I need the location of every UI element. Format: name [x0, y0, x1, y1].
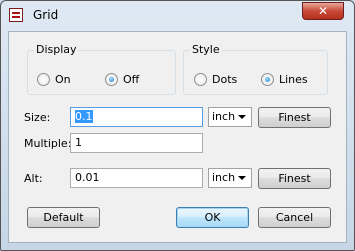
size-unit-value: inch: [212, 110, 236, 123]
multiple-label: Multiple:: [24, 137, 72, 150]
alt-value: 0.01: [75, 171, 100, 184]
ok-button[interactable]: OK: [176, 207, 249, 228]
grid-dialog: Grid ✕ Display On Off Style Dots Lines S…: [0, 0, 355, 251]
alt-unit-value: inch: [212, 171, 236, 184]
style-group: Style Dots Lines: [183, 43, 328, 95]
style-dots-label[interactable]: Dots: [212, 73, 237, 86]
chevron-down-icon: [238, 115, 246, 119]
multiple-input[interactable]: 1: [70, 133, 203, 153]
app-icon: [9, 8, 23, 22]
alt-label: Alt:: [24, 172, 43, 185]
display-on-radio[interactable]: [37, 73, 50, 86]
size-input[interactable]: 0.1: [70, 107, 203, 127]
size-unit-select[interactable]: inch: [208, 107, 252, 127]
alt-input[interactable]: 0.01: [70, 168, 203, 188]
dialog-body: Display On Off Style Dots Lines Size: 0.…: [8, 31, 347, 243]
multiple-value: 1: [75, 136, 82, 149]
style-dots-radio[interactable]: [194, 73, 207, 86]
alt-unit-select[interactable]: inch: [208, 168, 252, 188]
default-button[interactable]: Default: [27, 207, 100, 228]
display-group-label: Display: [34, 43, 79, 56]
close-button[interactable]: ✕: [302, 2, 344, 20]
size-value: 0.1: [75, 110, 93, 123]
chevron-down-icon: [238, 176, 246, 180]
size-label: Size:: [24, 111, 51, 124]
style-lines-radio[interactable]: [261, 73, 274, 86]
window-title: Grid: [33, 8, 59, 22]
display-off-radio[interactable]: [105, 73, 118, 86]
display-group: Display On Off: [27, 43, 176, 95]
cancel-button[interactable]: Cancel: [258, 207, 331, 228]
style-group-label: Style: [190, 43, 222, 56]
display-off-label[interactable]: Off: [123, 73, 139, 86]
title-bar[interactable]: Grid ✕: [1, 1, 354, 29]
display-on-label[interactable]: On: [55, 73, 71, 86]
style-lines-label[interactable]: Lines: [279, 73, 308, 86]
size-finest-button[interactable]: Finest: [258, 107, 331, 128]
alt-finest-button[interactable]: Finest: [258, 168, 331, 189]
